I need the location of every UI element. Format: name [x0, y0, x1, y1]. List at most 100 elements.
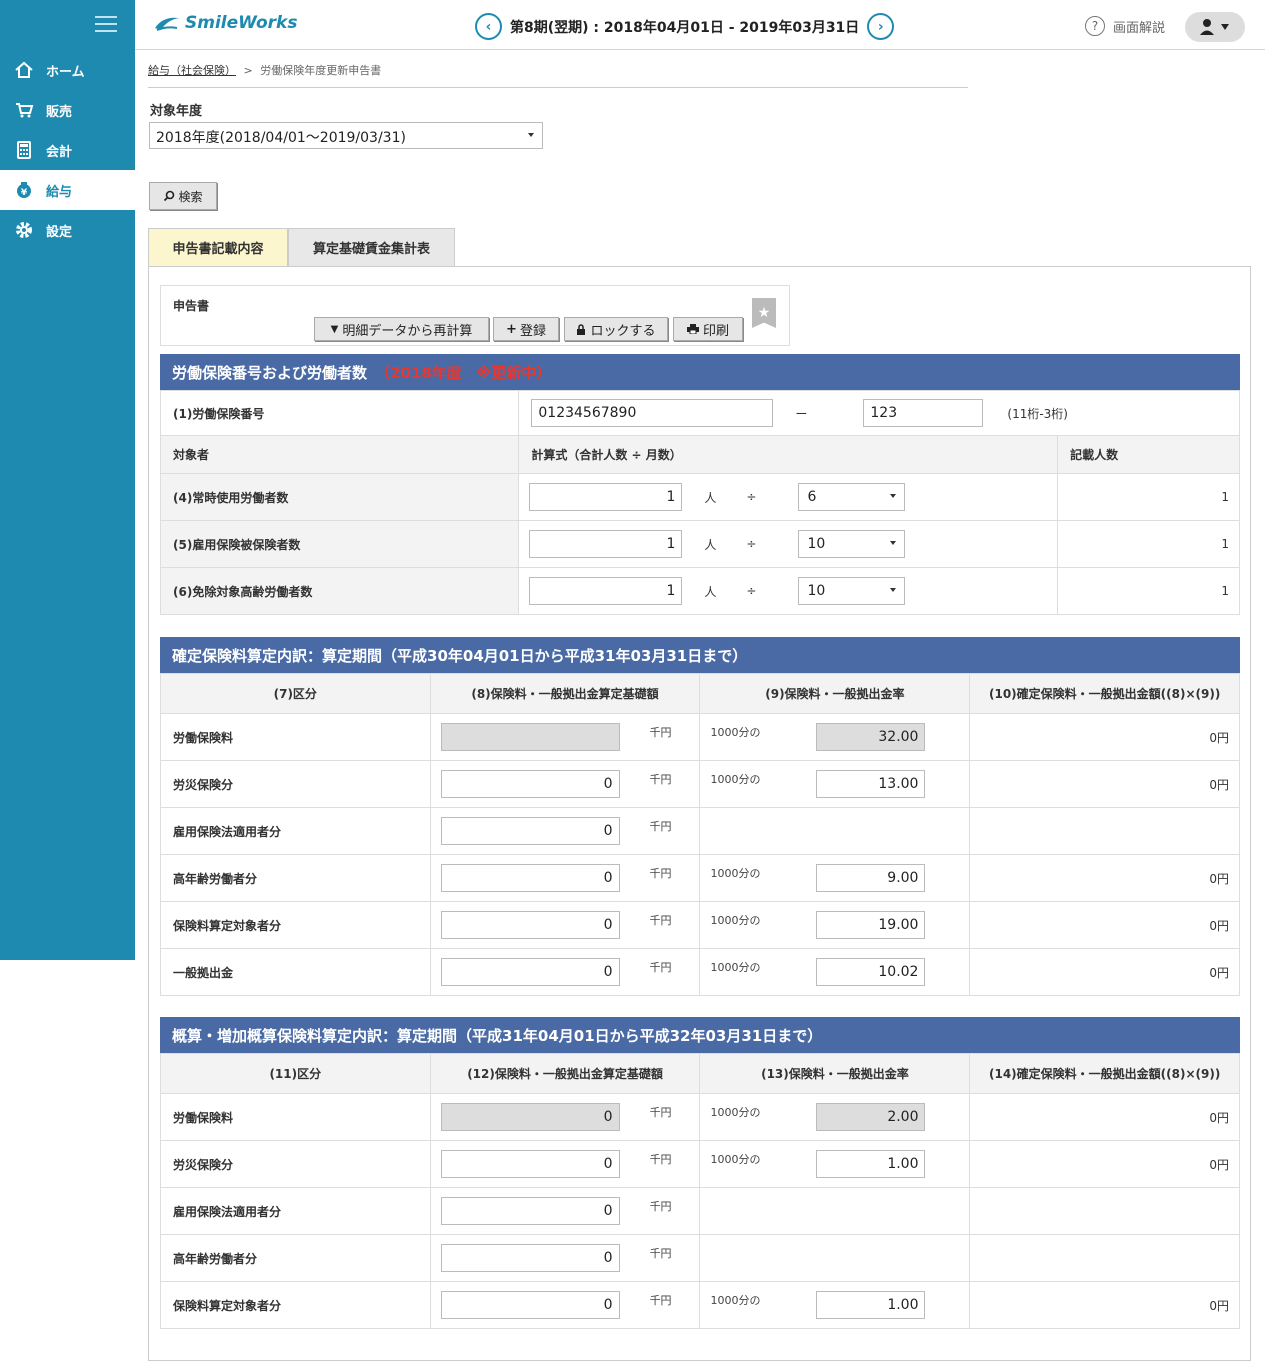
base-amount-input[interactable]: 0: [440, 1291, 620, 1319]
base-amount-input[interactable]: 0: [440, 911, 620, 939]
unit-label: 千円: [649, 1247, 672, 1260]
base-amount-input[interactable]: 0: [440, 1197, 620, 1225]
user-icon: [1200, 19, 1229, 35]
year-select-value: 2018年度(2018/04/01～2019/03/31): [156, 130, 406, 146]
next-period-button[interactable]: ›: [867, 13, 895, 40]
recalc-button[interactable]: ▼ 明細データから再計算: [314, 317, 489, 341]
rate-input[interactable]: 19.00: [816, 911, 926, 939]
help-link[interactable]: ? 画面解説: [1085, 16, 1165, 36]
search-icon: [164, 190, 175, 202]
amount-value: 0円: [969, 760, 1240, 808]
section-title: 確定保険料算定内訳：算定期間（平成30年04月01日から平成31年03月31日ま…: [172, 646, 748, 665]
section-title: 概算・増加概算保険料算定内訳：算定期間（平成31年04月01日から平成32年03…: [172, 1026, 823, 1045]
base-amount-input[interactable]: 0: [440, 770, 620, 798]
table-header-row: (11)区分 (12)保険料・一般拠出金算定基礎額 (13)保険料・一般拠出金率…: [160, 1053, 1240, 1094]
register-button[interactable]: + 登録: [493, 317, 559, 341]
unit-label: 千円: [649, 1200, 672, 1213]
months-select[interactable]: 10: [798, 530, 906, 558]
period-selector: ‹ 第8期(翌期) : 2018年04月01日 - 2019年03月31日 ›: [475, 13, 895, 40]
user-menu-button[interactable]: [1185, 12, 1245, 42]
unit-label: 千円: [649, 914, 672, 927]
base-amount-input[interactable]: [440, 723, 620, 751]
lock-button-label: ロックする: [590, 323, 656, 339]
table-header-row: (7)区分 (8)保険料・一般拠出金算定基礎額 (9)保険料・一般拠出金率 (1…: [160, 673, 1240, 714]
table-header-row: 対象者 計算式（合計人数 ÷ 月数） 記載人数: [159, 435, 1240, 474]
rate-input[interactable]: 1.00: [816, 1150, 926, 1178]
unit-person: 人: [704, 584, 717, 599]
toolbar-label: 申告書: [173, 299, 210, 313]
rate-prefix: 1000分の: [710, 961, 761, 974]
caret-down-icon: [890, 588, 897, 592]
sidebar-item-sales[interactable]: 販売: [0, 90, 135, 130]
rate-input[interactable]: 13.00: [816, 770, 926, 798]
rate-input[interactable]: 1.00: [816, 1291, 926, 1319]
base-amount-input[interactable]: 0: [440, 817, 620, 845]
col-header: (8)保険料・一般拠出金算定基礎額: [429, 673, 701, 714]
print-button[interactable]: 印刷: [673, 317, 743, 341]
fixed-premium-table: (7)区分 (8)保険料・一般拠出金算定基礎額 (9)保険料・一般拠出金率 (1…: [160, 673, 1240, 996]
insurance-branch-input[interactable]: 123: [863, 399, 984, 427]
tab-wage-summary[interactable]: 算定基礎賃金集計表: [288, 228, 455, 266]
sidebar-item-settings[interactable]: 設定: [0, 210, 135, 250]
insured-total-input[interactable]: 1: [529, 530, 683, 558]
elderly-total-input[interactable]: 1: [529, 577, 683, 605]
rate-input[interactable]: 32.00: [816, 723, 926, 751]
amount-value: 0円: [969, 948, 1240, 996]
rate-input[interactable]: 10.02: [816, 958, 926, 986]
rate-prefix: 1000分の: [710, 1294, 761, 1307]
divide-sign: ÷: [746, 584, 757, 598]
base-amount-input[interactable]: 0: [440, 958, 620, 986]
sidebar-item-home[interactable]: ホーム: [0, 50, 135, 90]
base-amount-input[interactable]: 0: [440, 864, 620, 892]
chevron-right-icon: ›: [877, 18, 884, 35]
row-label: 保険料算定対象者分: [160, 901, 431, 949]
rate-prefix: 1000分の: [710, 867, 761, 880]
col-header: (9)保険料・一般拠出金率: [699, 673, 971, 714]
base-amount-input[interactable]: 0: [440, 1244, 620, 1272]
workers-total-input[interactable]: 1: [529, 483, 683, 511]
months-select[interactable]: 6: [798, 483, 906, 511]
breadcrumb-current: 労働保険年度更新申告書: [260, 64, 382, 77]
hamburger-menu-icon[interactable]: [95, 16, 117, 34]
unit-label: 千円: [649, 867, 672, 880]
col-header: (12)保険料・一般拠出金算定基礎額: [429, 1053, 701, 1094]
amount-value: 0円: [969, 854, 1240, 902]
table-row: 労災保険分 0 千円 1000分の 1.00 0円: [160, 1140, 1240, 1188]
sidebar-item-payroll[interactable]: ¥ 給与: [0, 170, 135, 210]
base-amount-input[interactable]: 0: [440, 1150, 620, 1178]
insurance-number-input[interactable]: 01234567890: [531, 399, 774, 427]
bookmark-star-icon[interactable]: ★: [752, 298, 776, 328]
unit-label: 千円: [649, 820, 672, 833]
search-button[interactable]: 検索: [149, 182, 217, 210]
months-select[interactable]: 10: [798, 577, 906, 605]
search-button-label: 検索: [178, 189, 203, 204]
count-value: 1: [1057, 473, 1240, 521]
printer-icon: [686, 324, 699, 334]
caret-down-icon: [890, 541, 897, 545]
sidebar-item-label: ホーム: [46, 64, 85, 80]
unit-label: 千円: [649, 726, 672, 739]
insurance-no-label: (1)労働保険番号: [159, 390, 520, 436]
col-header: (13)保険料・一般拠出金率: [699, 1053, 971, 1094]
section-header-insurance: 労働保険番号および労働者数 （2018年度 ※更新中）: [160, 354, 1240, 390]
tab-panel: 申告書 ▼ 明細データから再計算 + 登録 ロックする 印刷 ★ 労働保険番号お…: [148, 266, 1251, 1361]
logo[interactable]: SmileWorks: [153, 12, 297, 34]
breadcrumb-parent-link[interactable]: 給与（社会保険）: [148, 64, 236, 77]
unit-label: 千円: [649, 1106, 672, 1119]
tab-declaration[interactable]: 申告書記載内容: [148, 228, 288, 266]
estimated-premium-table: (11)区分 (12)保険料・一般拠出金算定基礎額 (13)保険料・一般拠出金率…: [160, 1053, 1240, 1329]
rate-input[interactable]: 9.00: [816, 864, 926, 892]
rate-prefix: 1000分の: [710, 773, 761, 786]
year-select[interactable]: 2018年度(2018/04/01～2019/03/31): [149, 122, 543, 149]
svg-text:¥: ¥: [21, 188, 28, 198]
col-formula: 計算式（合計人数 ÷ 月数）: [518, 435, 1059, 474]
sidebar-item-accounting[interactable]: 会計: [0, 130, 135, 170]
lock-button[interactable]: ロックする: [564, 317, 668, 341]
rate-input[interactable]: 2.00: [816, 1103, 926, 1131]
amount-value: 0円: [969, 713, 1240, 761]
amount-value: 0円: [969, 1093, 1240, 1141]
row-label: (6)免除対象高齢労働者数: [159, 567, 520, 615]
prev-period-button[interactable]: ‹: [475, 13, 502, 40]
base-amount-input[interactable]: 0: [440, 1103, 620, 1131]
rate-prefix: 1000分の: [710, 726, 761, 739]
